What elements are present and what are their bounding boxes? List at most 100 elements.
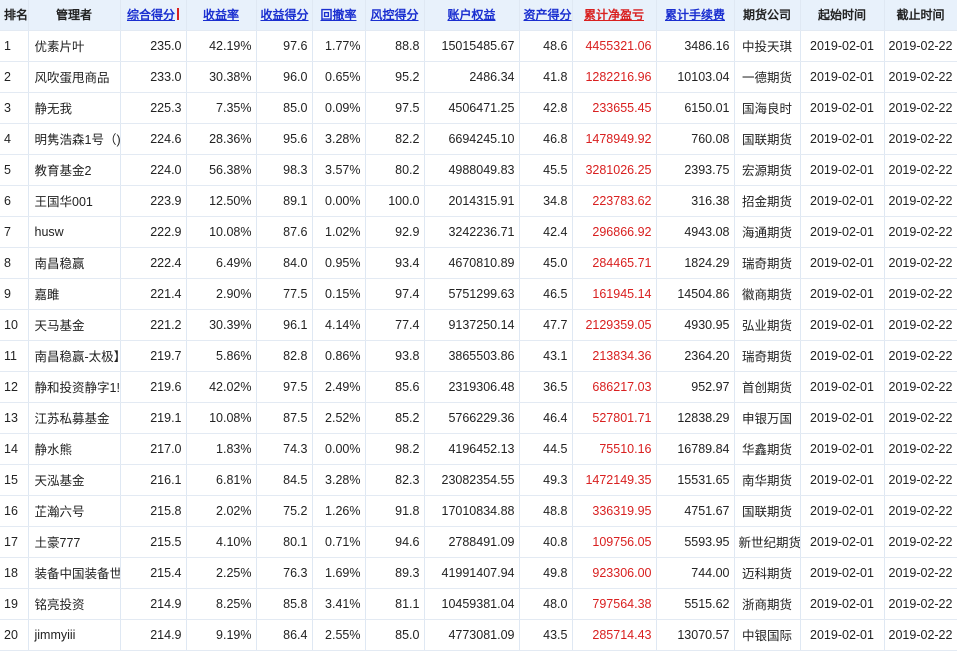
manager-cell[interactable]: 静水熊 xyxy=(28,433,121,465)
col-header-fees[interactable]: 累计手续费 xyxy=(656,0,735,31)
net-pnl-cell: 3281026.25 xyxy=(572,154,657,186)
equity-cell: 6694245.10 xyxy=(424,123,520,155)
end-date-cell: 2019-02-22 xyxy=(884,61,957,93)
return-score-cell: 98.3 xyxy=(256,154,313,186)
manager-cell[interactable]: 天马基金 xyxy=(28,309,121,341)
return-score-cell: 84.5 xyxy=(256,464,313,496)
end-date-cell: 2019-02-22 xyxy=(884,309,957,341)
col-header-net-pnl[interactable]: 累计净盈亏 xyxy=(572,0,657,31)
end-date-cell: 2019-02-22 xyxy=(884,371,957,403)
rank-cell: 5 xyxy=(0,154,29,186)
col-header-total-score-label: 综合得分 xyxy=(126,8,175,23)
manager-cell[interactable]: 王国华001 xyxy=(28,185,121,217)
total-score-cell: 215.8 xyxy=(120,495,187,527)
manager-cell[interactable]: jimmyiii xyxy=(28,619,121,651)
drawdown-cell: 0.71% xyxy=(312,526,366,558)
broker-cell: 瑞奇期货 xyxy=(734,340,801,372)
fees-cell: 2393.75 xyxy=(656,154,735,186)
manager-cell[interactable]: 风吹蛋甩商品 xyxy=(28,61,121,93)
end-date-cell: 2019-02-22 xyxy=(884,185,957,217)
asset-score-cell: 48.8 xyxy=(519,495,573,527)
ranking-table: 排名 管理者 综合得分 收益率 收益得分 回撤率 风控得分 账户权益 资产得分 … xyxy=(0,0,957,651)
manager-cell[interactable]: 嘉雎 xyxy=(28,278,121,310)
rank-cell: 19 xyxy=(0,588,29,620)
col-header-return-rate[interactable]: 收益率 xyxy=(186,0,257,31)
rank-cell: 9 xyxy=(0,278,29,310)
net-pnl-cell: 1478949.92 xyxy=(572,123,657,155)
header-row: 排名 管理者 综合得分 收益率 收益得分 回撤率 风控得分 账户权益 资产得分 … xyxy=(0,0,957,31)
rank-cell: 3 xyxy=(0,92,29,124)
manager-cell[interactable]: 静和投资静字1! xyxy=(28,371,121,403)
manager-cell[interactable]: 装备中国装备世 xyxy=(28,557,121,589)
manager-cell[interactable]: 南昌稳赢 xyxy=(28,247,121,279)
broker-cell: 海通期货 xyxy=(734,216,801,248)
total-score-cell: 214.9 xyxy=(120,588,187,620)
start-date-cell: 2019-02-01 xyxy=(800,216,885,248)
fees-cell: 316.38 xyxy=(656,185,735,217)
drawdown-cell: 2.55% xyxy=(312,619,366,651)
equity-cell: 3242236.71 xyxy=(424,216,520,248)
equity-cell: 9137250.14 xyxy=(424,309,520,341)
col-header-drawdown[interactable]: 回撤率 xyxy=(312,0,366,31)
net-pnl-cell: 923306.00 xyxy=(572,557,657,589)
asset-score-cell: 42.4 xyxy=(519,216,573,248)
return-score-cell: 85.0 xyxy=(256,92,313,124)
end-date-cell: 2019-02-22 xyxy=(884,340,957,372)
start-date-cell: 2019-02-01 xyxy=(800,340,885,372)
col-header-risk-score[interactable]: 风控得分 xyxy=(365,0,425,31)
broker-cell: 宏源期货 xyxy=(734,154,801,186)
fees-cell: 952.97 xyxy=(656,371,735,403)
asset-score-cell: 47.7 xyxy=(519,309,573,341)
start-date-cell: 2019-02-01 xyxy=(800,588,885,620)
return-rate-cell: 28.36% xyxy=(186,123,257,155)
fees-cell: 5593.95 xyxy=(656,526,735,558)
manager-cell[interactable]: 优素片叶 xyxy=(28,30,121,62)
rank-cell: 20 xyxy=(0,619,29,651)
manager-cell[interactable]: husw xyxy=(28,216,121,248)
col-header-asset-score[interactable]: 资产得分 xyxy=(519,0,573,31)
equity-cell: 5751299.63 xyxy=(424,278,520,310)
equity-cell: 10459381.04 xyxy=(424,588,520,620)
risk-score-cell: 77.4 xyxy=(365,309,425,341)
total-score-cell: 221.4 xyxy=(120,278,187,310)
net-pnl-cell: 161945.14 xyxy=(572,278,657,310)
equity-cell: 2486.34 xyxy=(424,61,520,93)
asset-score-cell: 41.8 xyxy=(519,61,573,93)
manager-cell[interactable]: 铭亮投资 xyxy=(28,588,121,620)
manager-cell[interactable]: 南昌稳赢-太极】 xyxy=(28,340,121,372)
asset-score-cell: 49.8 xyxy=(519,557,573,589)
total-score-cell: 217.0 xyxy=(120,433,187,465)
fees-cell: 13070.57 xyxy=(656,619,735,651)
return-score-cell: 85.8 xyxy=(256,588,313,620)
broker-cell: 招金期货 xyxy=(734,185,801,217)
fees-cell: 760.08 xyxy=(656,123,735,155)
broker-cell: 申银万国 xyxy=(734,402,801,434)
return-rate-cell: 6.49% xyxy=(186,247,257,279)
manager-cell[interactable]: 静无我 xyxy=(28,92,121,124)
col-header-total-score[interactable]: 综合得分 xyxy=(120,0,187,31)
col-header-return-score[interactable]: 收益得分 xyxy=(256,0,313,31)
return-rate-cell: 5.86% xyxy=(186,340,257,372)
table-row: 16 芷瀚六号 215.8 2.02% 75.2 1.26% 91.8 17010834.88… xyxy=(0,495,957,527)
manager-cell[interactable]: 明隽浩森1号（) xyxy=(28,123,121,155)
rank-cell: 6 xyxy=(0,185,29,217)
table-row: 20 jimmyiii 214.9 9.19% 86.4 2.55% 85.0 4773081… xyxy=(0,619,957,651)
col-header-rank: 排名 xyxy=(0,0,29,31)
start-date-cell: 2019-02-01 xyxy=(800,247,885,279)
end-date-cell: 2019-02-22 xyxy=(884,526,957,558)
return-score-cell: 89.1 xyxy=(256,185,313,217)
table-body: 1 优素片叶 235.0 42.19% 97.6 1.77% 88.8 15015485.67… xyxy=(0,30,957,651)
broker-cell: 国海良时 xyxy=(734,92,801,124)
asset-score-cell: 36.5 xyxy=(519,371,573,403)
col-header-manager: 管理者 xyxy=(28,0,121,31)
return-score-cell: 82.8 xyxy=(256,340,313,372)
manager-cell[interactable]: 江苏私募基金 xyxy=(28,402,121,434)
manager-cell[interactable]: 土豪777 xyxy=(28,526,121,558)
manager-cell[interactable]: 芷瀚六号 xyxy=(28,495,121,527)
manager-cell[interactable]: 天泓基金 xyxy=(28,464,121,496)
return-score-cell: 96.0 xyxy=(256,61,313,93)
manager-cell[interactable]: 教育基金2 xyxy=(28,154,121,186)
col-header-equity[interactable]: 账户权益 xyxy=(424,0,520,31)
asset-score-cell: 42.8 xyxy=(519,92,573,124)
rank-cell: 12 xyxy=(0,371,29,403)
